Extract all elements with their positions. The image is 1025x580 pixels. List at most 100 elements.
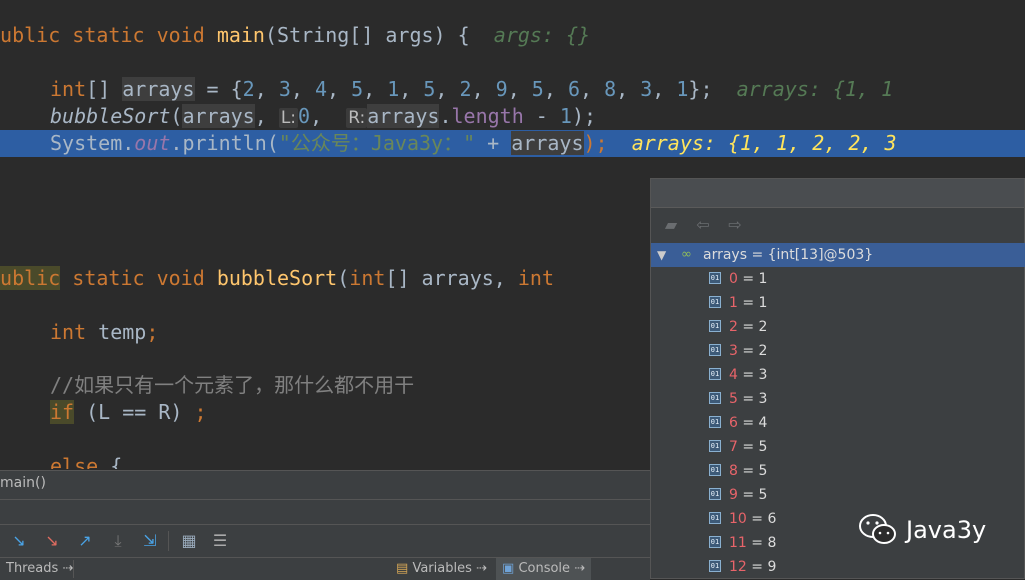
array-element-icon: 01 bbox=[709, 440, 721, 452]
array-literal-value: 5 bbox=[423, 77, 435, 101]
variable-element-row[interactable]: 01 6 = 4 bbox=[651, 411, 1025, 435]
element-value: = 4 bbox=[738, 415, 768, 431]
code-line-temp-declaration: int temp; bbox=[50, 319, 158, 346]
variable-element-row[interactable]: 01 8 = 5 bbox=[651, 459, 1025, 483]
variable-root-row[interactable]: ▼ ∞ arrays = {int[13]@503} bbox=[651, 243, 1025, 267]
inline-debug-value: arrays: {1, 1, 2, 2, 3 bbox=[632, 131, 897, 155]
element-value: = 5 bbox=[738, 487, 768, 503]
element-value: = 2 bbox=[738, 319, 768, 335]
code-line-main-signature: public static void main(String[] args) {… bbox=[0, 22, 590, 49]
array-literal-value: 5 bbox=[532, 77, 544, 101]
array-literal-value: 2 bbox=[460, 77, 472, 101]
variable-element-row[interactable]: 01 2 = 2 bbox=[651, 315, 1025, 339]
variable-element-row[interactable]: 0112 = 9 bbox=[651, 555, 1025, 579]
array-literal-value: 3 bbox=[640, 77, 652, 101]
element-value: = 9 bbox=[747, 559, 777, 575]
array-element-icon: 01 bbox=[709, 536, 721, 548]
variable-element-row[interactable]: 01 3 = 2 bbox=[651, 339, 1025, 363]
array-element-icon: 01 bbox=[709, 320, 721, 332]
array-element-icon: 01 bbox=[709, 560, 721, 572]
frame-item-main[interactable]: main() bbox=[0, 475, 46, 491]
folder-icon[interactable]: ▰ bbox=[661, 215, 681, 235]
element-index: 0 = 1 bbox=[729, 267, 767, 291]
array-literal-value: 2 bbox=[243, 77, 255, 101]
element-value: = 3 bbox=[738, 391, 768, 407]
array-element-icon: 01 bbox=[709, 464, 721, 476]
forward-arrow-icon[interactable]: ⇨ bbox=[725, 215, 745, 235]
code-line-comment: //如果只有一个元素了，那什么都不用干 bbox=[50, 372, 414, 399]
element-value: = 8 bbox=[747, 535, 777, 551]
watermark: Java3y bbox=[858, 512, 986, 548]
array-literal-value: 8 bbox=[604, 77, 616, 101]
array-element-icon: 01 bbox=[709, 512, 721, 524]
variable-element-row[interactable]: 01 4 = 3 bbox=[651, 363, 1025, 387]
array-literal-value: 1 bbox=[676, 77, 688, 101]
element-value: = 1 bbox=[738, 271, 768, 287]
debug-toolbar: ↘ ↘ ↗ ⤓ ⇲ ▦ ☰ bbox=[0, 524, 650, 557]
code-line-array-declaration: int[] arrays = {2, 3, 4, 5, 1, 5, 2, 9, … bbox=[50, 76, 893, 103]
array-literal-value: 1 bbox=[387, 77, 399, 101]
element-index: 5 = 3 bbox=[729, 387, 767, 411]
evaluate-expression-icon[interactable]: ▦ bbox=[178, 530, 200, 552]
element-index: 11 = 8 bbox=[729, 531, 776, 555]
inline-debug-value: arrays: {1, 1 bbox=[737, 77, 894, 101]
element-value: = 3 bbox=[738, 367, 768, 383]
element-value: = 2 bbox=[738, 343, 768, 359]
array-element-icon: 01 bbox=[709, 368, 721, 380]
element-index: 9 = 5 bbox=[729, 483, 767, 507]
array-element-icon: 01 bbox=[709, 488, 721, 500]
variables-toolbar: ▰ ⇦ ⇨ bbox=[651, 208, 1024, 242]
console-icon: ▣ bbox=[502, 561, 514, 576]
trace-icon[interactable]: ☰ bbox=[209, 530, 231, 552]
variable-element-row[interactable]: 01 7 = 5 bbox=[651, 435, 1025, 459]
run-to-cursor-icon[interactable]: ⇲ bbox=[139, 530, 161, 552]
array-element-icon: 01 bbox=[709, 344, 721, 356]
inline-debug-value: args: {} bbox=[494, 23, 590, 47]
code-line-if-statement: if (L == R) ; bbox=[50, 399, 207, 426]
array-element-icon: 01 bbox=[709, 416, 721, 428]
element-value: = 5 bbox=[738, 463, 768, 479]
back-arrow-icon[interactable]: ⇦ bbox=[693, 215, 713, 235]
code-line-else: else { bbox=[50, 453, 122, 469]
step-into-icon[interactable]: ↘ bbox=[41, 530, 63, 552]
element-index: 6 = 4 bbox=[729, 411, 767, 435]
param-hint-l: L: bbox=[279, 108, 298, 128]
tab-console[interactable]: ▣ Console ⇢ bbox=[496, 558, 591, 580]
tab-divider bbox=[73, 560, 74, 578]
array-literal-value: 3 bbox=[279, 77, 291, 101]
variables-icon: ▤ bbox=[396, 561, 408, 576]
code-line-current-execution: System.out.println("公众号：Java3y：" + array… bbox=[0, 130, 1025, 157]
variable-element-row[interactable]: 01 5 = 3 bbox=[651, 387, 1025, 411]
tab-variables[interactable]: ▤ Variables ⇢ bbox=[390, 558, 493, 580]
toolbar-divider bbox=[168, 531, 169, 551]
array-literal-value: 6 bbox=[568, 77, 580, 101]
frames-panel[interactable]: main() bbox=[0, 470, 650, 499]
variable-element-row[interactable]: 01 0 = 1 bbox=[651, 267, 1025, 291]
array-literal-value: 4 bbox=[315, 77, 327, 101]
element-index: 4 = 3 bbox=[729, 363, 767, 387]
collapse-triangle-icon[interactable]: ▼ bbox=[657, 243, 666, 267]
array-element-icon: 01 bbox=[709, 296, 721, 308]
array-literal-values: 2, 3, 4, 5, 1, 5, 2, 9, 5, 6, 8, 3, 1 bbox=[243, 77, 689, 101]
element-index: 8 = 5 bbox=[729, 459, 767, 483]
tab-threads[interactable]: Threads ⇢ bbox=[0, 558, 79, 580]
step-out-icon[interactable]: ⤓ bbox=[107, 530, 129, 552]
array-literal-value: 9 bbox=[496, 77, 508, 101]
param-hint-r: R: bbox=[346, 108, 367, 128]
array-literal-value: 5 bbox=[351, 77, 363, 101]
debug-panel-header bbox=[0, 499, 650, 524]
variables-panel-header bbox=[651, 179, 1024, 208]
code-line-bubblesort-call: bubbleSort(arrays, L:0, R:arrays.length … bbox=[50, 103, 596, 130]
variable-element-row[interactable]: 01 9 = 5 bbox=[651, 483, 1025, 507]
element-index: 2 = 2 bbox=[729, 315, 767, 339]
element-index: 1 = 1 bbox=[729, 291, 767, 315]
wechat-logo-icon bbox=[858, 513, 898, 547]
force-step-into-icon[interactable]: ↗ bbox=[74, 530, 96, 552]
element-index: 7 = 5 bbox=[729, 435, 767, 459]
watermark-text: Java3y bbox=[906, 516, 986, 544]
variable-element-row[interactable]: 01 1 = 1 bbox=[651, 291, 1025, 315]
step-over-icon[interactable]: ↘ bbox=[8, 530, 30, 552]
array-element-icon: 01 bbox=[709, 392, 721, 404]
array-element-icon: 01 bbox=[709, 272, 721, 284]
element-index: 3 = 2 bbox=[729, 339, 767, 363]
